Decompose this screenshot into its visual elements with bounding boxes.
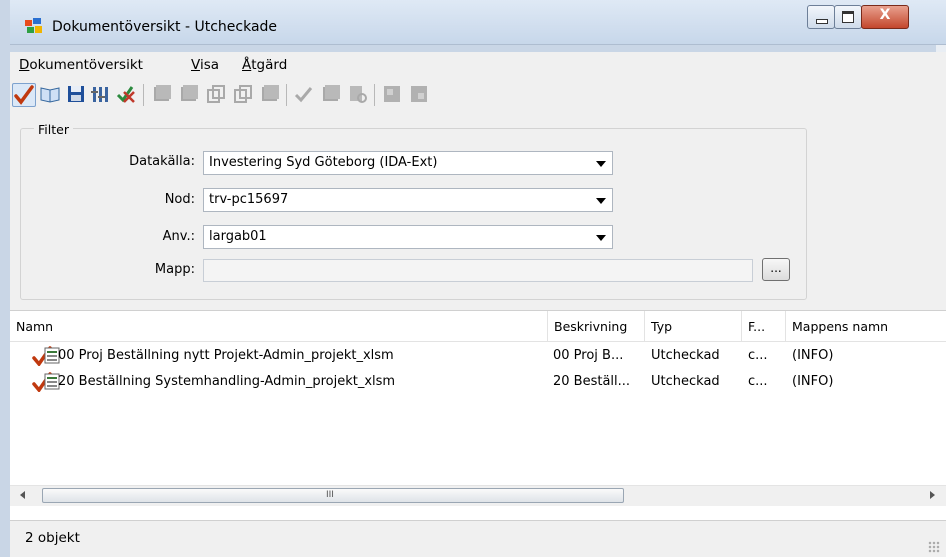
document-button-3[interactable] [259, 83, 281, 105]
nod-value: trv-pc15697 [209, 192, 289, 207]
toolbar-separator [286, 84, 287, 106]
chevron-down-icon [596, 198, 606, 204]
menu-dokumentoversikt[interactable]: Dokumentöversikt [19, 57, 143, 73]
cell-mappens-namn: (INFO) [792, 348, 834, 363]
duplicate-button[interactable] [232, 83, 254, 105]
minimize-button[interactable] [807, 5, 835, 29]
column-header-beskrivning[interactable]: Beskrivning [548, 311, 645, 341]
status-bar: 2 objekt [10, 520, 946, 557]
datakalla-dropdown[interactable]: Investering Syd Göteborg (IDA-Ext) [203, 151, 613, 175]
import-button[interactable] [408, 83, 430, 105]
menu-mnemonic: Å [242, 57, 252, 73]
menu-mnemonic: V [191, 57, 200, 73]
cell-namn: 20 Beställning Systemhandling-Admin_proj… [58, 374, 396, 389]
scroll-left-icon[interactable] [20, 491, 25, 499]
document-search-button[interactable] [347, 83, 369, 105]
menu-label: okumentöversikt [29, 57, 143, 73]
check-icon [294, 87, 313, 103]
cell-mappens-namn: (INFO) [792, 374, 834, 389]
toolbar-separator [143, 84, 144, 106]
export-icon [384, 86, 400, 102]
open-book-button[interactable] [39, 83, 61, 105]
mapp-field[interactable] [203, 259, 753, 282]
column-header-mappens-namn[interactable]: Mappens namn [786, 311, 946, 341]
cell-typ: Utcheckad [651, 374, 720, 389]
import-icon [411, 86, 427, 102]
horizontal-scrollbar[interactable]: III [10, 485, 946, 506]
cell-namn: 00 Proj Beställning nytt Projekt-Admin_p… [58, 348, 394, 363]
filter-panel: Filter Datakälla: Investering Syd Götebo… [10, 112, 946, 310]
document-button-2[interactable] [178, 83, 200, 105]
document-search-icon [350, 86, 367, 103]
datakalla-value: Investering Syd Göteborg (IDA-Ext) [209, 155, 438, 170]
document-icon [181, 85, 198, 101]
maximize-icon [842, 11, 854, 23]
check-cross-icon [116, 86, 135, 103]
scroll-right-icon[interactable] [930, 491, 935, 499]
column-header-namn[interactable]: Namn [10, 311, 548, 341]
scrollbar-grip: III [326, 490, 334, 500]
mapp-label: Mapp: [154, 262, 195, 277]
menu-bar: Dokumentöversikt Visa Åtgärd [10, 52, 946, 78]
cell-beskrivning: 00 Proj B... [553, 348, 624, 363]
chevron-down-icon [596, 235, 606, 241]
duplicate-icon [234, 85, 252, 103]
document-button-1[interactable] [151, 83, 173, 105]
title-bar[interactable]: Dokumentöversikt - Utcheckade X [10, 0, 946, 45]
browse-button[interactable]: ... [762, 258, 790, 281]
save-button[interactable] [65, 83, 87, 105]
save-icon [68, 86, 84, 102]
menu-mnemonic: D [19, 57, 30, 73]
document-icon [323, 85, 340, 101]
document-icon [262, 85, 279, 101]
resize-grip-icon[interactable] [928, 541, 940, 553]
toolbar [10, 78, 946, 112]
copy-icon [207, 85, 225, 103]
anv-label: Anv.: [162, 229, 195, 244]
status-text: 2 objekt [25, 530, 80, 546]
nod-dropdown[interactable]: trv-pc15697 [203, 188, 613, 212]
export-button[interactable] [381, 83, 403, 105]
app-icon [25, 18, 42, 33]
checkmark-icon [14, 85, 34, 105]
approve-button[interactable] [293, 83, 315, 105]
toolbar-separator [374, 84, 375, 106]
window-title: Dokumentöversikt - Utcheckade [52, 19, 278, 35]
checkin-button[interactable] [115, 83, 137, 105]
anv-value: largab01 [209, 229, 267, 244]
chevron-down-icon [596, 161, 606, 167]
cell-f: c... [748, 374, 768, 389]
main-window: Dokumentöversikt - Utcheckade X Dokument… [10, 0, 946, 557]
list-item[interactable]: 00 Proj Beställning nytt Projekt-Admin_p… [10, 346, 946, 367]
column-header-f[interactable]: F... [742, 311, 786, 341]
document-icon [154, 85, 171, 101]
close-icon: X [879, 7, 891, 23]
minimize-icon [816, 19, 828, 24]
tools-icon [91, 87, 108, 102]
nod-label: Nod: [164, 192, 195, 207]
menu-visa[interactable]: Visa [191, 57, 219, 73]
datakalla-label: Datakälla: [129, 154, 195, 169]
column-header-typ[interactable]: Typ [645, 311, 742, 341]
book-icon [40, 87, 60, 103]
list-item[interactable]: 20 Beställning Systemhandling-Admin_proj… [10, 372, 946, 393]
cell-beskrivning: 20 Beställ... [553, 374, 631, 389]
maximize-button[interactable] [834, 5, 862, 29]
cell-f: c... [748, 348, 768, 363]
document-list[interactable]: Namn Beskrivning Typ F... Mappens namn 0… [10, 310, 946, 520]
scrollbar-thumb[interactable]: III [42, 488, 624, 503]
cell-typ: Utcheckad [651, 348, 720, 363]
checked-out-button[interactable] [12, 83, 36, 107]
close-button[interactable]: X [861, 5, 909, 29]
filter-legend: Filter [34, 122, 73, 137]
list-header: Namn Beskrivning Typ F... Mappens namn [10, 311, 946, 342]
document-button-4[interactable] [320, 83, 342, 105]
menu-label: tgärd [251, 57, 288, 73]
copy-button[interactable] [205, 83, 227, 105]
menu-atgard[interactable]: Åtgärd [242, 57, 287, 73]
tools-button[interactable] [89, 83, 111, 105]
anv-dropdown[interactable]: largab01 [203, 225, 613, 249]
menu-label: isa [199, 57, 220, 73]
